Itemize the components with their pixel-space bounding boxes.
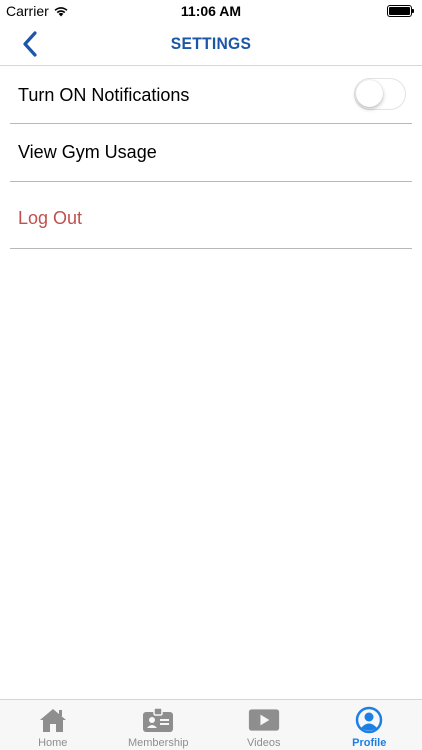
- profile-icon: [353, 706, 385, 734]
- tab-videos[interactable]: Videos: [211, 700, 317, 750]
- navigation-bar: SETTINGS: [0, 22, 422, 66]
- logout-label: Log Out: [18, 208, 83, 228]
- tab-home-label: Home: [38, 737, 68, 749]
- notifications-toggle[interactable]: [354, 78, 406, 110]
- tab-membership-label: Membership: [127, 737, 189, 749]
- gym-usage-label: View Gym Usage: [18, 142, 157, 162]
- notifications-row: Turn ON Notifications: [10, 66, 412, 124]
- view-gym-usage-row[interactable]: View Gym Usage: [10, 124, 412, 182]
- tab-videos-label: Videos: [247, 737, 281, 749]
- tab-profile-label: Profile: [352, 737, 387, 749]
- status-time: 11:06 AM: [180, 3, 242, 19]
- notifications-label: Turn ON Notifications: [18, 85, 190, 105]
- tab-profile[interactable]: Profile: [317, 700, 422, 750]
- play-icon: [248, 706, 280, 734]
- page-title: SETTINGS: [170, 34, 252, 53]
- tab-membership[interactable]: Membership: [106, 700, 212, 750]
- home-icon: [37, 706, 69, 734]
- settings-list: Turn ON Notifications View Gym Usage Log…: [0, 66, 422, 249]
- status-bar: Carrier 11:06 AM: [0, 0, 422, 22]
- logout-button[interactable]: Log Out: [10, 182, 412, 249]
- tab-bar: Home Membership Videos Profile: [0, 699, 422, 750]
- id-card-icon: [142, 706, 174, 734]
- toggle-knob: [356, 80, 383, 107]
- tab-home[interactable]: Home: [0, 700, 106, 750]
- battery-icon: [387, 5, 414, 17]
